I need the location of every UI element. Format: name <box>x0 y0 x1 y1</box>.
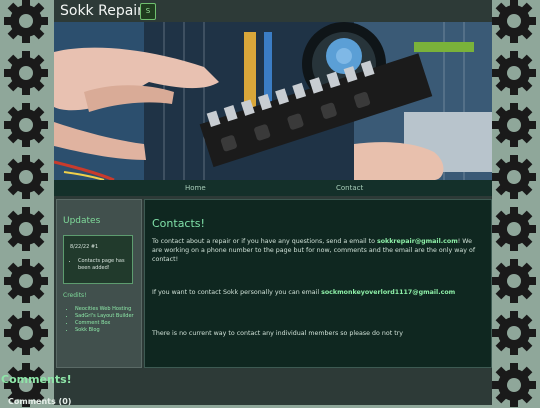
nav-contact-link[interactable]: Contact <box>336 183 363 193</box>
update-list: Contacts page has been added! <box>70 258 134 272</box>
credit-item: Sokk Blog <box>75 327 141 333</box>
sidebar: Updates 8/22/22 #1 Contacts page has bee… <box>56 199 142 368</box>
gear-icon <box>491 50 537 96</box>
hero-banner <box>54 22 492 180</box>
page-title: Contacts! <box>152 217 205 230</box>
gear-icon <box>3 310 49 356</box>
main-content: Contacts! To contact about a repair or i… <box>144 199 492 368</box>
repair-email-link[interactable]: sokkrepair@gmail.com <box>377 238 458 245</box>
credit-item: Comment Box <box>75 320 141 326</box>
gear-icon <box>3 206 49 252</box>
update-box: 8/22/22 #1 Contacts page has been added! <box>63 235 133 284</box>
members-notice: There is no current way to contact any i… <box>152 330 403 337</box>
gear-icon <box>3 258 49 304</box>
update-item: Contacts page has been added! <box>78 258 134 272</box>
page-container: Sokk Repairs! S Home Contact Updates 8/2… <box>54 0 492 405</box>
credits-heading: Credits! <box>63 292 87 299</box>
gear-icon <box>491 362 537 408</box>
credit-link-comment-box[interactable]: Comment Box <box>75 320 110 326</box>
comments-heading: Comments! <box>1 373 72 386</box>
site-header: Sokk Repairs! S <box>54 0 492 22</box>
right-gear-border <box>488 0 540 408</box>
credit-link-sokk-blog[interactable]: Sokk Blog <box>75 327 100 333</box>
gear-icon <box>3 102 49 148</box>
gear-icon <box>491 206 537 252</box>
gear-icon <box>491 258 537 304</box>
credit-item: Neocities Web Hosting <box>75 306 141 312</box>
personal-contact-paragraph: If you want to contact Sokk personally y… <box>152 288 482 297</box>
update-date: 8/22/22 #1 <box>70 244 99 250</box>
nav-home-link[interactable]: Home <box>185 183 206 193</box>
updates-heading: Updates <box>63 216 101 226</box>
nav-bar: Home Contact <box>54 180 492 196</box>
credit-item: SadGrl's Layout Builder <box>75 313 141 319</box>
gear-icon <box>491 0 537 44</box>
gear-icon <box>3 154 49 200</box>
personal-email-link[interactable]: sockmonkeyoverlord1117@gmail.com <box>321 289 455 296</box>
gear-icon <box>3 50 49 96</box>
personal-contact-text: If you want to contact Sokk personally y… <box>152 289 320 296</box>
credits-list: Neocities Web Hosting SadGrl's Layout Bu… <box>65 306 141 334</box>
contact-text: To contact about a repair or if you have… <box>152 238 375 245</box>
gear-icon <box>491 102 537 148</box>
gear-icon <box>491 310 537 356</box>
comments-count: Comments (0) <box>8 397 71 407</box>
left-gear-border <box>0 0 52 407</box>
gear-icon <box>3 0 49 44</box>
gear-icon <box>491 154 537 200</box>
contact-paragraph: To contact about a repair or if you have… <box>152 237 482 264</box>
hero-image <box>54 22 492 180</box>
credit-link-sadgrl[interactable]: SadGrl's Layout Builder <box>75 313 134 319</box>
credit-link-neocities[interactable]: Neocities Web Hosting <box>75 306 131 312</box>
site-logo: S <box>140 3 156 20</box>
